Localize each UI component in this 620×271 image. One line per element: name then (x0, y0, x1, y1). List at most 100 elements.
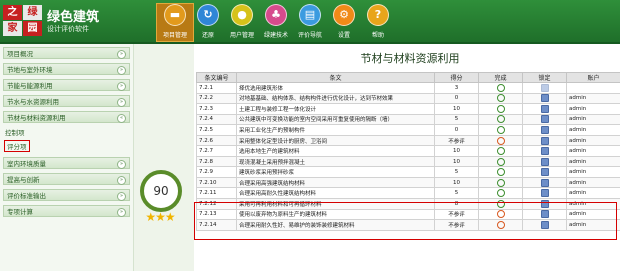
toolbar-button-user[interactable]: ● 用户管理 (224, 4, 260, 40)
lock-cell (522, 145, 567, 157)
table-row[interactable]: 7.2.5 采用工业化生产的预制构件 0 admin (196, 124, 620, 136)
toolbar-button-gear[interactable]: ⚙ 设置 (326, 4, 362, 40)
table-row[interactable]: 7.2.14 合理采用耐久性好、易维护的装饰装修建筑材料 不参评 admin (196, 219, 620, 231)
lock-icon[interactable] (540, 94, 549, 103)
toolbar-button-folder[interactable]: ▬ 项目管理 (156, 3, 194, 42)
clause-text: 公共建筑中可变换功能的室内空间采用可重复使用的隔断（墙） (236, 113, 435, 126)
status-complete-icon[interactable] (496, 115, 505, 124)
score-panel: 90 ★★★ (133, 44, 194, 271)
score-cell: 8 (434, 198, 479, 210)
status-complete-icon[interactable] (496, 125, 505, 134)
sidebar-item-water[interactable]: 节水与水资源利用 » (3, 95, 130, 107)
table-row[interactable]: 7.2.4 公共建筑中可变换功能的室内空间采用可重复使用的隔断（墙） 5 admin (196, 113, 620, 126)
status-complete-icon[interactable] (496, 199, 505, 208)
sidebar-item-label: 节地与室外环境 (7, 66, 53, 74)
lock-cell (522, 134, 567, 147)
account-cell: admin (566, 92, 620, 105)
help-icon: ? (367, 4, 389, 26)
table-row[interactable]: 7.2.7 选用本地生产的建筑材料 10 admin (196, 145, 620, 157)
table-row[interactable]: 7.2.3 土建工程与装修工程一体化设计 10 admin (196, 103, 620, 115)
sidebar-item-indoor[interactable]: 室内环境质量 » (3, 157, 130, 169)
chevron-down-icon: » (117, 160, 126, 169)
lock-icon[interactable] (540, 125, 549, 134)
sidebar-item-land[interactable]: 节地与室外环境 » (3, 63, 130, 75)
table-row[interactable]: 7.2.10 合理采用高强建筑结构材料 10 admin (196, 176, 620, 189)
clause-text: 采用工业化生产的预制构件 (236, 124, 435, 136)
status-complete-icon[interactable] (496, 157, 505, 166)
table-row[interactable]: 7.2.8 现浇混凝土采用预拌混凝土 10 admin (196, 155, 620, 168)
sidebar-item-energy[interactable]: 节能与能源利用 » (3, 79, 130, 91)
status-complete-icon[interactable] (496, 104, 505, 113)
sidebar-item-project-overview[interactable]: 项目概况 » (3, 47, 130, 59)
app-title: 绿色建筑 (47, 10, 100, 25)
status-incomplete-icon[interactable] (496, 220, 505, 229)
table-row[interactable]: 7.2.6 采用整体化定型设计的厨房、卫浴间 不参评 admin (196, 134, 620, 147)
lock-icon[interactable] (540, 157, 549, 166)
lock-icon[interactable] (540, 115, 549, 124)
clause-number: 7.2.9 (196, 166, 237, 178)
lock-cell (522, 155, 567, 168)
table-header: 条文编号 条文 得分 完成 锁定 账户 (196, 72, 620, 83)
done-cell (478, 92, 523, 105)
sidebar-subitem-scoring[interactable]: 评分项 (4, 140, 30, 152)
account-cell: admin (566, 208, 620, 221)
column-header: 账户 (566, 72, 620, 83)
toolbar-button-navigation[interactable]: ▤ 评价导航 (292, 4, 328, 40)
logo-char: 家 (3, 21, 22, 36)
sidebar-item-calc[interactable]: 专项计算 » (3, 205, 130, 217)
status-complete-icon[interactable] (496, 189, 505, 198)
sidebar-item-output[interactable]: 评价标准输出 » (3, 189, 130, 201)
sidebar-item-label: 评价标准输出 (7, 192, 46, 200)
lock-icon[interactable] (540, 168, 549, 177)
status-incomplete-icon[interactable] (496, 210, 505, 219)
lock-icon[interactable] (540, 189, 549, 198)
status-complete-icon[interactable] (496, 83, 505, 92)
done-cell (478, 113, 523, 126)
score-cell: 10 (434, 103, 479, 115)
clause-text: 使用以废弃物为原料生产的建筑材料 (236, 208, 435, 221)
table-row[interactable]: 7.2.11 合理采用高耐久性建筑结构材料 5 admin (196, 187, 620, 199)
clause-number: 7.2.6 (196, 134, 237, 147)
account-cell: admin (566, 219, 620, 231)
lock-icon[interactable] (540, 210, 549, 219)
clause-number: 7.2.3 (196, 103, 237, 115)
column-header: 得分 (434, 72, 479, 83)
sidebar-item-materials[interactable]: 节材与材料资源利用 « (3, 111, 130, 123)
done-cell (478, 124, 523, 136)
status-complete-icon[interactable] (496, 168, 505, 177)
folder-icon: ▬ (164, 4, 186, 26)
lock-icon[interactable] (540, 83, 549, 92)
done-cell (478, 198, 523, 210)
clause-text: 选用本地生产的建筑材料 (236, 145, 435, 157)
status-complete-icon[interactable] (496, 94, 505, 103)
table-row[interactable]: 7.2.13 使用以废弃物为原料生产的建筑材料 不参评 admin (196, 208, 620, 221)
score-cell: 不参评 (434, 134, 479, 147)
status-complete-icon[interactable] (496, 147, 505, 156)
toolbar-button-label: 设置 (337, 32, 350, 39)
toolbar-button-help[interactable]: ? 帮助 (360, 4, 396, 40)
toolbar-button-tech[interactable]: ♣ 绿建技术 (258, 4, 294, 40)
lock-icon[interactable] (540, 178, 549, 187)
status-incomplete-icon[interactable] (496, 136, 505, 145)
table-row[interactable]: 7.2.12 采用可再利用材料和可再循环材料 8 admin (196, 198, 620, 210)
sidebar-item-label: 提高与创新 (7, 176, 40, 184)
logo-char: 绿 (23, 5, 42, 20)
lock-icon[interactable] (540, 136, 549, 145)
score-badge: 90 (140, 170, 182, 212)
table-row[interactable]: 7.2.1 择优选用建筑形体 3 (196, 82, 620, 94)
table-row[interactable]: 7.2.9 建筑砂浆采用预拌砂浆 5 admin (196, 166, 620, 178)
account-cell: admin (566, 103, 620, 115)
sidebar-subitem-control[interactable]: 控制项 (5, 127, 25, 137)
lock-icon[interactable] (540, 199, 549, 208)
sidebar-item-innovation[interactable]: 提高与创新 » (3, 173, 130, 185)
lock-icon[interactable] (540, 147, 549, 156)
lock-icon[interactable] (540, 104, 549, 113)
lock-icon[interactable] (540, 220, 549, 229)
lock-cell (522, 113, 567, 126)
table-row[interactable]: 7.2.2 对地基基础、结构体系、结构构件进行优化设计，达到节材效果 0 admin (196, 92, 620, 105)
done-cell (478, 187, 523, 199)
status-complete-icon[interactable] (496, 178, 505, 187)
toolbar-button-refresh[interactable]: ↻ 还原 (190, 4, 226, 40)
page-title: 节材与材料资源利用 (360, 52, 460, 65)
toolbar-button-label: 帮助 (371, 32, 384, 39)
